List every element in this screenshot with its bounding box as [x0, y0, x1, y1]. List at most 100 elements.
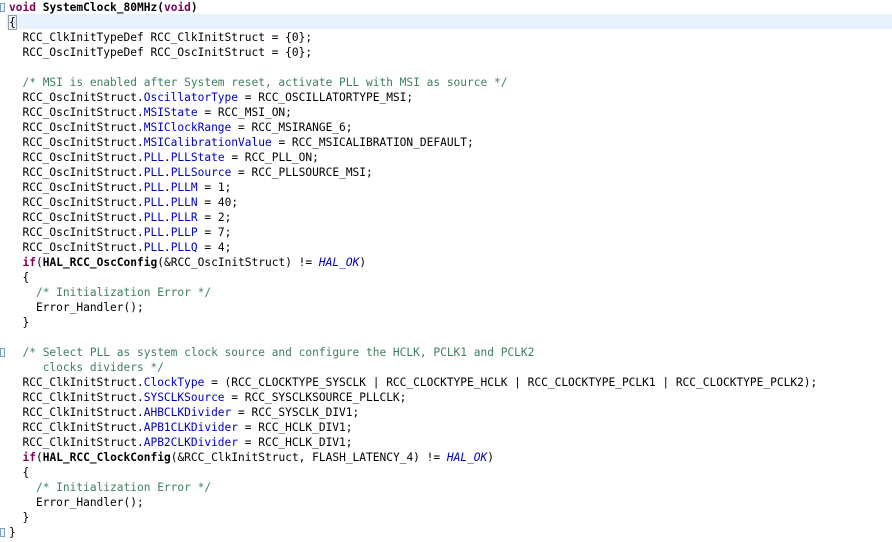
code-token: Error_Handler(); — [9, 301, 144, 314]
code-token: OscillatorType — [143, 91, 239, 104]
code-token: APB1CLKDivider — [143, 421, 239, 434]
code-token: ) — [190, 1, 198, 14]
code-line[interactable]: RCC_OscInitStruct.PLL.PLLState = RCC_PLL… — [9, 150, 817, 165]
code-line[interactable]: Error_Handler(); — [9, 495, 817, 510]
code-token: HAL_RCC_ClockConfig — [42, 451, 171, 464]
fold-marker-icon[interactable] — [0, 348, 5, 357]
code-token: PLLSource — [170, 166, 232, 179]
code-line[interactable]: } — [9, 315, 817, 330]
code-editor[interactable]: void SystemClock_80MHz(void){ RCC_ClkIni… — [0, 0, 892, 542]
code-token: PLLN — [170, 196, 198, 209]
code-line[interactable]: } — [9, 510, 817, 525]
code-token: RCC_OscInitStruct. — [9, 211, 144, 224]
code-line[interactable]: clocks dividers */ — [9, 360, 817, 375]
code-line[interactable]: RCC_OscInitStruct.MSICalibrationValue = … — [9, 135, 817, 150]
code-token: = 40; — [197, 196, 239, 209]
code-line[interactable]: { — [8, 15, 817, 30]
code-token: SystemClock_80MHz — [42, 1, 158, 14]
code-line[interactable]: RCC_ClkInitStruct.APB2CLKDivider = RCC_H… — [9, 435, 817, 450]
code-line[interactable]: /* Select PLL as system clock source and… — [9, 345, 817, 360]
code-line[interactable]: RCC_ClkInitStruct.SYSCLKSource = RCC_SYS… — [9, 390, 817, 405]
code-token: PLLQ — [170, 241, 198, 254]
code-token: { — [9, 271, 30, 284]
code-line[interactable]: RCC_OscInitStruct.PLL.PLLQ = 4; — [9, 240, 817, 255]
code-line[interactable]: void SystemClock_80MHz(void) — [9, 0, 817, 15]
code-token: PLL — [143, 226, 164, 239]
fold-marker-icon[interactable] — [0, 528, 5, 537]
code-comment: /* Initialization Error */ — [35, 481, 212, 494]
code-token: { — [9, 466, 30, 479]
code-token: = RCC_MSIRANGE_6; — [231, 121, 353, 134]
code-line[interactable]: /* MSI is enabled after System reset, ac… — [9, 75, 817, 90]
code-line[interactable]: RCC_OscInitStruct.PLL.PLLM = 1; — [9, 180, 817, 195]
code-keyword: void — [9, 1, 36, 14]
code-token: = 4; — [197, 241, 232, 254]
code-token: ( — [157, 1, 164, 14]
code-token: } — [9, 511, 30, 524]
code-line[interactable]: RCC_OscInitStruct.MSIClockRange = RCC_MS… — [9, 120, 817, 135]
code-token: AHBCLKDivider — [143, 406, 232, 419]
code-line[interactable]: if(HAL_RCC_ClockConfig(&RCC_ClkInitStruc… — [9, 450, 817, 465]
code-line[interactable]: RCC_OscInitStruct.PLL.PLLP = 7; — [9, 225, 817, 240]
code-token: HAL_OK — [446, 451, 488, 464]
code-line[interactable]: Error_Handler(); — [9, 300, 817, 315]
code-token: . — [163, 241, 171, 254]
code-token: = RCC_SYSCLKSOURCE_PLLCLK; — [224, 391, 407, 404]
code-token: = 7; — [197, 226, 232, 239]
code-token: . — [163, 226, 171, 239]
code-line[interactable]: RCC_OscInitStruct.PLL.PLLSource = RCC_PL… — [9, 165, 817, 180]
code-line[interactable]: } — [9, 525, 817, 540]
code-token: MSIClockRange — [143, 121, 232, 134]
code-line[interactable]: RCC_OscInitStruct.OscillatorType = RCC_O… — [9, 90, 817, 105]
code-token: PLL — [143, 151, 164, 164]
code-line[interactable]: /* Initialization Error */ — [9, 480, 817, 495]
code-token: ( — [35, 256, 43, 269]
code-token: APB2CLKDivider — [143, 436, 239, 449]
code-token: = RCC_HCLK_DIV1; — [238, 436, 353, 449]
code-token: PLL — [143, 181, 164, 194]
code-token: PLL — [143, 166, 164, 179]
code-comment: clocks dividers */ — [9, 361, 164, 374]
code-token: (&RCC_OscInitStruct) != — [157, 256, 319, 269]
code-token: RCC_ClkInitStruct. — [9, 406, 144, 419]
code-token: . — [163, 151, 171, 164]
code-token: RCC_ClkInitStruct. — [9, 391, 144, 404]
code-token: RCC_ClkInitStruct. — [9, 421, 144, 434]
code-token: RCC_OscInitStruct. — [9, 181, 144, 194]
code-token: ( — [35, 451, 43, 464]
code-line[interactable]: RCC_ClkInitStruct.APB1CLKDivider = RCC_H… — [9, 420, 817, 435]
code-line[interactable]: { — [9, 465, 817, 480]
code-line[interactable] — [9, 60, 817, 75]
code-token: } — [9, 316, 30, 329]
code-line[interactable]: /* Initialization Error */ — [9, 285, 817, 300]
code-line[interactable]: RCC_OscInitStruct.MSIState = RCC_MSI_ON; — [9, 105, 817, 120]
code-token: ) — [359, 256, 367, 269]
code-line[interactable]: RCC_ClkInitStruct.ClockType = (RCC_CLOCK… — [9, 375, 817, 390]
code-line[interactable]: RCC_ClkInitStruct.AHBCLKDivider = RCC_SY… — [9, 405, 817, 420]
code-area[interactable]: void SystemClock_80MHz(void){ RCC_ClkIni… — [8, 0, 817, 540]
code-line[interactable]: RCC_OscInitStruct.PLL.PLLR = 2; — [9, 210, 817, 225]
code-token: } — [9, 526, 16, 539]
code-line[interactable]: RCC_OscInitTypeDef RCC_OscInitStruct = {… — [9, 45, 817, 60]
code-token: { — [8, 15, 17, 30]
code-comment: /* MSI is enabled after System reset, ac… — [22, 76, 508, 89]
code-line[interactable] — [9, 330, 817, 345]
code-comment: /* Select PLL as system clock source and… — [22, 346, 535, 359]
code-token: MSICalibrationValue — [143, 136, 272, 149]
code-line[interactable]: RCC_OscInitStruct.PLL.PLLN = 40; — [9, 195, 817, 210]
code-comment: /* Initialization Error */ — [35, 286, 212, 299]
code-token: HAL_OK — [318, 256, 360, 269]
code-token: = (RCC_CLOCKTYPE_SYSCLK | RCC_CLOCKTYPE_… — [204, 376, 818, 389]
code-line[interactable]: { — [9, 270, 817, 285]
fold-marker-icon[interactable] — [0, 3, 5, 12]
code-token: PLLR — [170, 211, 198, 224]
code-token: = 1; — [197, 181, 232, 194]
code-line[interactable]: if(HAL_RCC_OscConfig(&RCC_OscInitStruct)… — [9, 255, 817, 270]
code-line[interactable]: RCC_ClkInitTypeDef RCC_ClkInitStruct = {… — [9, 30, 817, 45]
